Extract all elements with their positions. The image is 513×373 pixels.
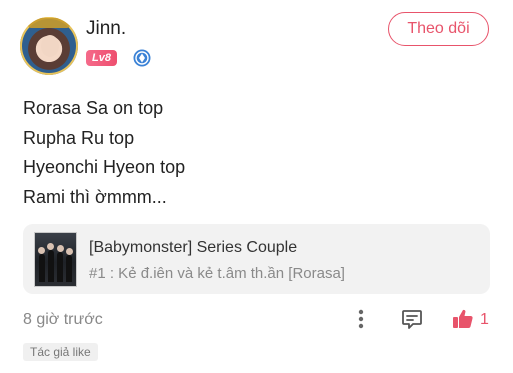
more-vertical-icon[interactable] bbox=[352, 307, 370, 331]
comment-icon[interactable] bbox=[400, 307, 424, 331]
post-line: Hyeonchi Hyeon top bbox=[23, 157, 186, 177]
post-line: Rami thì ờmmm... bbox=[23, 186, 167, 207]
like-count: 1 bbox=[480, 311, 489, 328]
author-liked-tag: Tác giả like bbox=[23, 343, 98, 361]
avatar-frame-banner bbox=[28, 18, 70, 28]
post-line: Rupha Ru top bbox=[23, 127, 135, 148]
avatar[interactable] bbox=[20, 17, 78, 75]
story-title: [Babymonster] Series Couple bbox=[89, 239, 298, 256]
story-thumbnail bbox=[34, 232, 77, 287]
avatar-face bbox=[41, 35, 59, 57]
post-line: Rorasa Sa on top bbox=[23, 98, 164, 118]
post-timestamp: 8 giờ trước bbox=[23, 311, 103, 328]
thumbs-up-icon[interactable] bbox=[451, 307, 475, 331]
story-chapter: #1 : Kẻ đ.iên và kẻ t.âm th.ần [Rorasa] bbox=[89, 265, 345, 282]
level-badge: Lv8 bbox=[86, 50, 117, 66]
verified-badge-icon bbox=[133, 49, 151, 67]
username[interactable]: Jinn. bbox=[86, 18, 126, 40]
follow-button[interactable]: Theo dõi bbox=[388, 12, 489, 46]
post-body: Rorasa Sa on top Rupha Ru top Hyeonchi H… bbox=[23, 94, 185, 212]
linked-story-card[interactable]: [Babymonster] Series Couple #1 : Kẻ đ.iê… bbox=[23, 224, 490, 294]
